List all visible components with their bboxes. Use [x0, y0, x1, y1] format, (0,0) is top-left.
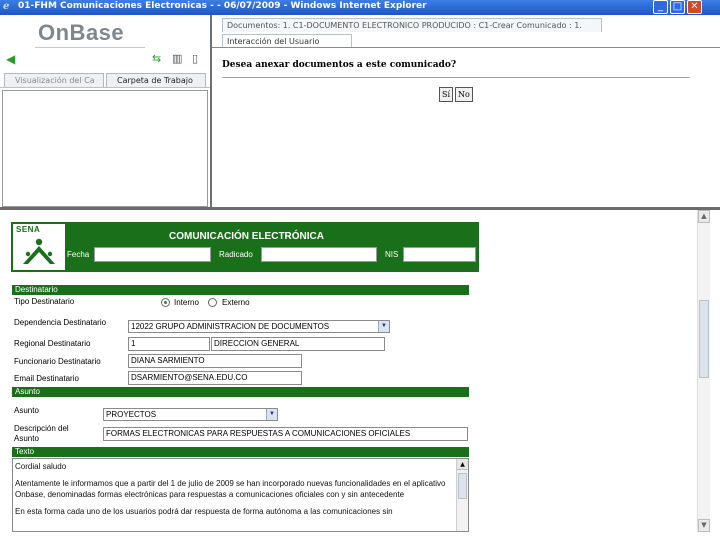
page-scroll-thumb[interactable]: [699, 300, 709, 378]
texto-paragraph-1: Atentamente le informamos que a partir d…: [15, 479, 446, 499]
refresh-icon[interactable]: ⇆: [152, 52, 161, 65]
texto-textarea[interactable]: Cordial saludo Atentamente le informamos…: [12, 458, 469, 532]
radio-interno[interactable]: [161, 298, 170, 307]
nis-label: NIS: [385, 250, 399, 259]
funcionario-label: Funcionario Destinatario: [14, 357, 101, 366]
asunto-label: Asunto: [14, 406, 39, 415]
minimize-button[interactable]: _: [653, 0, 668, 14]
textarea-scroll-thumb[interactable]: [458, 473, 467, 499]
dependencia-value: 12022 GRUPO ADMINISTRACION DE DOCUMENTOS: [131, 322, 330, 331]
radio-externo-label: Externo: [222, 298, 250, 307]
radicado-label: Radicado: [219, 250, 253, 259]
yes-button[interactable]: Sí: [439, 87, 454, 102]
sena-logo-icon: [23, 238, 55, 264]
regional-code-field[interactable]: 1: [128, 337, 210, 351]
tipo-destinatario-label: Tipo Destinatario: [14, 297, 75, 306]
texto-paragraph-2: En esta forma cada uno de los usuarios p…: [15, 507, 393, 516]
asunto-select[interactable]: PROYECTOS ▼: [103, 408, 278, 421]
form-area: SENA COMUNICACIÓN ELECTRÓNICA Fecha Radi…: [0, 210, 697, 532]
tab-document[interactable]: Documentos: 1. C1-DOCUMENTO ELECTRONICO …: [222, 18, 602, 32]
tab-visualizacion[interactable]: Visualización del Ca: [4, 73, 104, 87]
regional-name-field[interactable]: DIRECCION GENERAL: [211, 337, 385, 351]
email-field[interactable]: DSARMIENTO@SENA.EDU.CO: [128, 371, 302, 385]
section-texto: Texto: [12, 447, 469, 457]
tab-interaccion-usuario[interactable]: Interacción del Usuario: [222, 34, 352, 47]
right-pane: Documentos: 1. C1-DOCUMENTO ELECTRONICO …: [210, 15, 720, 209]
texto-greeting: Cordial saludo: [15, 462, 67, 471]
radio-externo[interactable]: [208, 298, 217, 307]
descripcion-label: Descripción del: [14, 424, 69, 433]
window-titlebar: ℯ 01-FHM Comunicaciones Electronicas - -…: [0, 0, 720, 15]
scroll-up-icon[interactable]: ▲: [457, 459, 468, 470]
chevron-down-icon[interactable]: ▼: [266, 409, 277, 420]
nis-field[interactable]: [403, 247, 476, 262]
scroll-up-icon[interactable]: ▲: [698, 210, 710, 223]
fecha-field[interactable]: [94, 247, 211, 262]
close-button[interactable]: ✕: [687, 0, 702, 14]
logo-underline: [35, 47, 145, 48]
dependencia-select[interactable]: 12022 GRUPO ADMINISTRACION DE DOCUMENTOS…: [128, 320, 390, 333]
onbase-logo: OnBase: [38, 20, 125, 45]
attach-question: Desea anexar documentos a este comunicad…: [222, 60, 457, 70]
form-title: COMUNICACIÓN ELECTRÓNICA: [169, 231, 324, 242]
radicado-field[interactable]: [261, 247, 377, 262]
ie-icon: ℯ: [3, 1, 10, 12]
left-toolbar: ◀ ⇆ ▥ ▯: [0, 50, 210, 70]
left-pane: OnBase ◀ ⇆ ▥ ▯ Visualización del Ca Carp…: [0, 15, 210, 207]
chevron-down-icon[interactable]: ▼: [378, 321, 389, 332]
dependencia-label: Dependencia Destinatario: [14, 318, 107, 327]
descripcion-label-line2: Asunto: [14, 434, 39, 443]
form-header: SENA COMUNICACIÓN ELECTRÓNICA Fecha Radi…: [11, 222, 479, 272]
section-asunto: Asunto: [12, 387, 469, 397]
texto-content: Cordial saludo Atentamente le informamos…: [15, 461, 455, 523]
email-label: Email Destinatario: [14, 374, 79, 383]
sena-logo: SENA: [13, 224, 65, 270]
scroll-down-icon[interactable]: ▼: [698, 519, 710, 532]
window-title: 01-FHM Comunicaciones Electronicas - - 0…: [18, 1, 427, 11]
fecha-label: Fecha: [67, 250, 90, 259]
asunto-value: PROYECTOS: [106, 410, 157, 419]
question-rule: [222, 77, 690, 78]
radio-interno-label: Interno: [174, 298, 199, 307]
tab-carpeta-trabajo[interactable]: Carpeta de Trabajo: [106, 73, 206, 87]
left-list-panel[interactable]: [2, 90, 208, 207]
back-arrow-icon[interactable]: ◀: [6, 52, 15, 66]
tab-divider: [212, 47, 720, 48]
textarea-scrollbar[interactable]: ▲: [456, 459, 468, 531]
right-gutter: [710, 210, 720, 540]
left-tabstrip: Visualización del Ca Carpeta de Trabajo: [0, 72, 210, 88]
layout-icon[interactable]: ▥: [172, 52, 182, 65]
section-destinatario: Destinatario: [12, 285, 469, 295]
no-button[interactable]: No: [455, 87, 473, 102]
page-scrollbar[interactable]: ▲ ▼: [697, 210, 710, 532]
maximize-button[interactable]: □: [670, 0, 685, 14]
funcionario-field[interactable]: DIANA SARMIENTO: [128, 354, 302, 368]
page-icon[interactable]: ▯: [192, 52, 198, 65]
regional-label: Regional Destinatario: [14, 339, 91, 348]
descripcion-field[interactable]: FORMAS ELECTRONICAS PARA RESPUESTAS A CO…: [103, 427, 468, 441]
